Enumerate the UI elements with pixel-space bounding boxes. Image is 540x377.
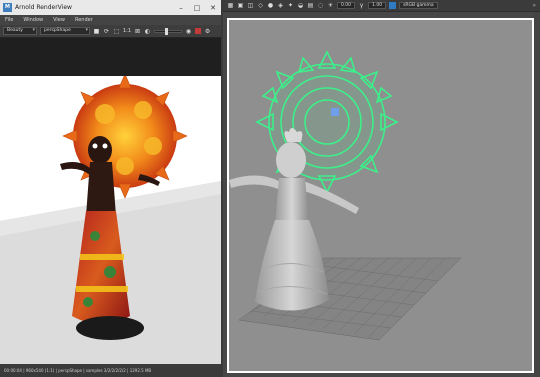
exposure-slider[interactable] (154, 27, 183, 35)
ratio-label[interactable]: 1:1 (123, 28, 131, 34)
lock-icon[interactable]: ■ (93, 28, 100, 35)
minimize-icon[interactable]: – (173, 4, 189, 12)
grid-icon[interactable]: ▦ (227, 2, 234, 9)
wireframe-icon[interactable]: ◇ (257, 2, 264, 9)
renderview-menubar: File Window View Render (0, 15, 221, 25)
aov-select[interactable]: Beauty (3, 27, 37, 35)
maximize-icon[interactable]: □ (189, 4, 205, 12)
selected-hair-mesh (255, 50, 399, 194)
menu-window[interactable]: Window (23, 17, 43, 23)
render-status-bar: 00:00:04 | 960x540 (1:1) | perspShape | … (0, 364, 221, 377)
color-space-select[interactable]: sRGB gamma (399, 2, 438, 9)
camera-icon[interactable]: ◉ (185, 28, 192, 35)
stop-render-icon[interactable] (195, 28, 202, 34)
gamma-field[interactable]: 1.00 (368, 2, 387, 9)
renderview-toolbar: Beauty perspShape ■ ⟳ ⬚ 1:1 ⊠ ◐ ◉ ⚙ (0, 25, 221, 38)
menu-render[interactable]: Render (75, 17, 93, 23)
exposure-icon[interactable]: ◐ (144, 28, 151, 35)
isolate-icon[interactable]: ▤ (307, 2, 314, 9)
renderview-titlebar: M Arnold RenderView – □ ✕ (0, 0, 221, 15)
bookmark-icon[interactable]: ◫ (247, 2, 254, 9)
render-background (0, 38, 221, 76)
arnold-renderview-window: M Arnold RenderView – □ ✕ File Window Vi… (0, 0, 221, 377)
maya-app-icon: M (3, 3, 12, 12)
fit-icon[interactable]: ⊠ (134, 28, 141, 35)
camera-attributes-icon[interactable]: ▣ (237, 2, 244, 9)
viewport-toolbar: ▦ ▣ ◫ ◇ ● ◈ ✦ ◒ ▤ ◌ ☀ 0.00 γ 1.00 sRGB g… (223, 0, 540, 12)
render-image (0, 76, 221, 364)
toolbar-expand-icon[interactable]: » (532, 2, 536, 9)
lights-icon[interactable]: ✦ (287, 2, 294, 9)
exposure-toggle-icon[interactable]: ☀ (327, 2, 334, 9)
refresh-icon[interactable]: ⟳ (103, 28, 110, 35)
color-management-icon[interactable] (389, 2, 397, 9)
exposure-field[interactable]: 0.00 (337, 2, 356, 9)
menu-file[interactable]: File (5, 17, 13, 23)
maya-viewport-panel: ▦ ▣ ◫ ◇ ● ◈ ✦ ◒ ▤ ◌ ☀ 0.00 γ 1.00 sRGB g… (223, 0, 540, 377)
textured-icon[interactable]: ◈ (277, 2, 284, 9)
shadows-icon[interactable]: ◒ (297, 2, 304, 9)
menu-view[interactable]: View (53, 17, 65, 23)
gamma-toggle-icon[interactable]: γ (358, 2, 365, 9)
xray-icon[interactable]: ◌ (317, 2, 324, 9)
viewport-side-strip (534, 12, 540, 377)
rendered-character-image (0, 76, 221, 364)
crop-region-icon[interactable]: ⬚ (113, 28, 120, 35)
perspective-viewport[interactable] (227, 18, 534, 373)
smooth-shade-icon[interactable]: ● (267, 2, 274, 9)
camera-select[interactable]: perspShape (40, 27, 90, 35)
settings-icon[interactable]: ⚙ (204, 28, 211, 35)
viewport-scene (229, 50, 462, 341)
close-icon[interactable]: ✕ (205, 4, 221, 12)
window-title: Arnold RenderView (15, 4, 72, 11)
